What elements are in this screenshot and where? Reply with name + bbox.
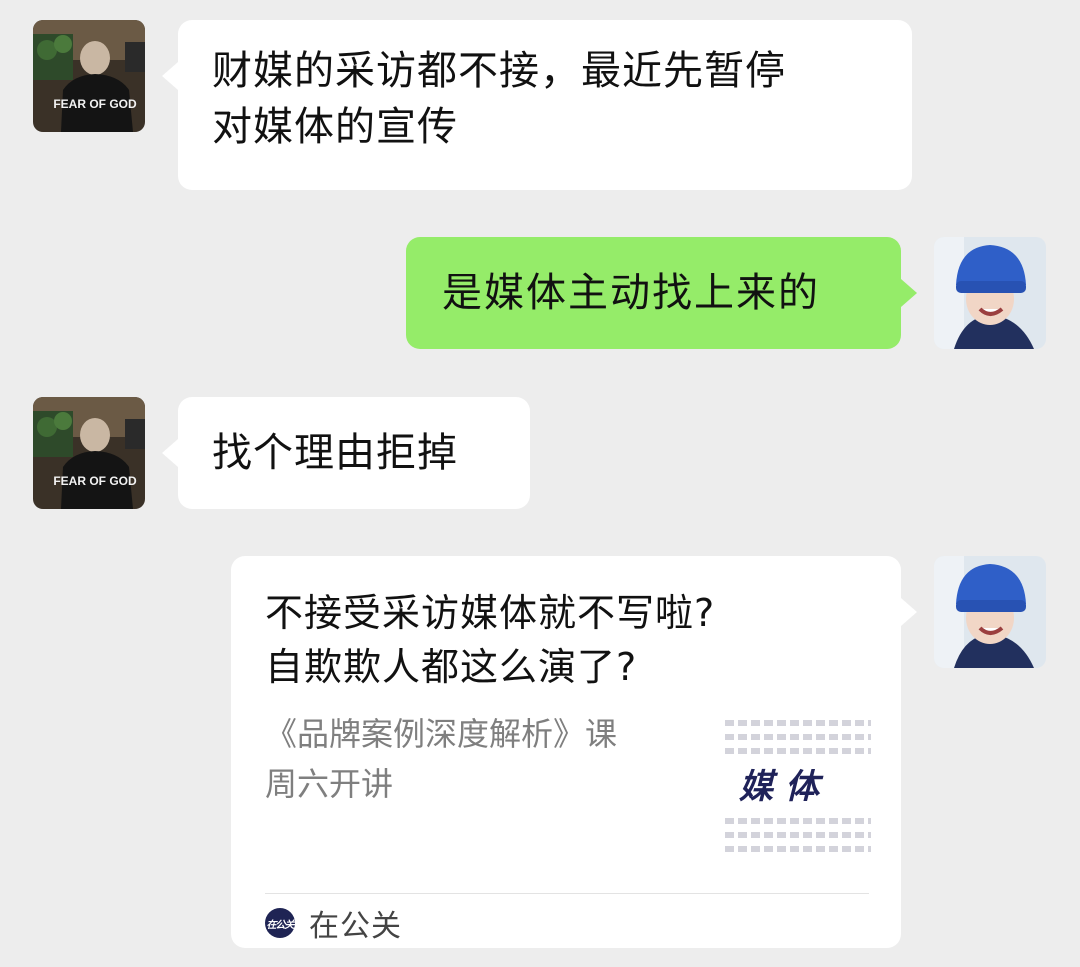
blue-beanie-avatar-image [934, 556, 1046, 668]
card-divider [265, 893, 869, 894]
shared-article-card[interactable]: 不接受采访媒体就不写啦? 自欺欺人都这么演了? 《品牌案例深度解析》课 周六开讲… [231, 556, 917, 948]
blue-beanie-avatar-image [934, 237, 1046, 349]
article-title: 不接受采访媒体就不写啦? 自欺欺人都这么演了? [265, 586, 865, 694]
message-bubble-sent[interactable]: 是媒体主动找上来的 [406, 237, 917, 349]
self-avatar[interactable] [934, 237, 1046, 349]
source-name: 在公关 [309, 909, 402, 944]
fear-of-god-avatar-image: FEAR OF GOD [33, 397, 145, 509]
contact-avatar[interactable]: FEAR OF GOD [33, 20, 145, 132]
message-bubble-received[interactable]: 找个理由拒掉 [162, 397, 530, 509]
thumbnail-text: 媒体 [737, 767, 833, 807]
avatar-shirt-text: FEAR OF GOD [53, 474, 137, 488]
message-text-line: 是媒体主动找上来的 [442, 270, 820, 316]
contact-avatar[interactable]: FEAR OF GOD [33, 397, 145, 509]
message-bubble-received[interactable]: 财媒的采访都不接，最近先暂停 对媒体的宣传 [162, 20, 912, 190]
article-description-line: 周六开讲 [265, 765, 394, 803]
article-title-line: 不接受采访媒体就不写啦? [265, 591, 716, 635]
message-text-line: 对媒体的宣传 [212, 104, 458, 150]
avatar-shirt-text: FEAR OF GOD [53, 97, 137, 111]
article-title-line: 自欺欺人都这么演了? [265, 645, 638, 689]
article-description-line: 《品牌案例深度解析》课 [265, 715, 618, 753]
article-source: 在公关 在公关 [265, 901, 402, 945]
article-thumbnail: 媒体 [725, 714, 871, 864]
self-avatar[interactable] [934, 556, 1046, 668]
article-description: 《品牌案例深度解析》课 周六开讲 [265, 709, 685, 809]
message-text-line: 找个理由拒掉 [212, 430, 458, 476]
fear-of-god-avatar-image: FEAR OF GOD [33, 20, 145, 132]
message-text-line: 财媒的采访都不接，最近先暂停 [212, 48, 786, 94]
source-logo-icon: 在公关 [265, 908, 295, 938]
